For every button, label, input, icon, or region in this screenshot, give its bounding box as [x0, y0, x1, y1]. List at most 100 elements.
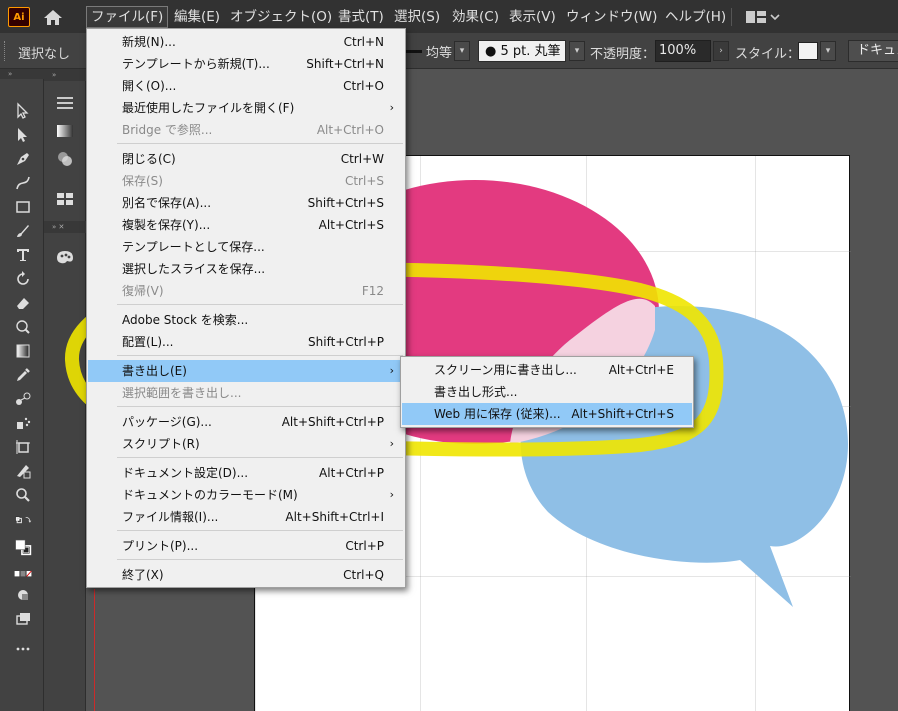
menu-item-browse-in-bridge: Bridge で参照... Alt+Ctrl+O — [88, 119, 404, 141]
gradient-panel-icon[interactable] — [54, 121, 76, 141]
menu-item-shortcut: Shift+Ctrl+S — [307, 196, 384, 210]
opacity-dropdown[interactable]: › — [713, 41, 729, 61]
curvature-tool-icon[interactable] — [12, 173, 34, 193]
menu-item-label: ドキュメントのカラーモード(M) — [122, 488, 298, 502]
screen-mode-icon[interactable] — [12, 609, 34, 629]
style-label: スタイル： — [735, 47, 801, 62]
shape-builder-tool-icon[interactable] — [12, 317, 34, 337]
menu-item-document-setup[interactable]: ドキュメント設定(D)... Alt+Ctrl+P — [88, 462, 404, 484]
menu-item-shortcut: Ctrl+O — [343, 79, 384, 93]
more-tools-icon[interactable] — [12, 639, 34, 659]
menu-item-close[interactable]: 閉じる(C) Ctrl+W — [88, 148, 404, 170]
menu-item-package[interactable]: パッケージ(G)... Alt+Shift+Ctrl+P — [88, 411, 404, 433]
zoom-tool-icon[interactable] — [12, 485, 34, 505]
rectangle-tool-icon[interactable] — [12, 197, 34, 217]
brush-dropdown[interactable]: ▾ — [569, 41, 585, 61]
home-icon[interactable] — [42, 7, 64, 27]
menu-item-shortcut: Ctrl+P — [345, 539, 384, 553]
menu-select[interactable]: 選択(S) — [390, 6, 444, 28]
submenu-item-label: 書き出し形式... — [434, 385, 518, 399]
style-dropdown[interactable]: ▾ — [820, 41, 836, 61]
panel-dock-collapse[interactable]: » — [44, 69, 86, 81]
menu-item-label: 新規(N)... — [122, 35, 176, 49]
menu-separator — [731, 8, 732, 26]
brush-definition[interactable]: ● 5 pt. 丸筆 — [478, 40, 566, 62]
selection-tool-icon[interactable] — [12, 101, 34, 121]
draw-mode-icon[interactable] — [12, 585, 34, 605]
artboard-edge-line — [94, 589, 95, 711]
menu-item-label: テンプレートとして保存... — [122, 240, 265, 254]
grid-line — [755, 156, 756, 711]
app-logo: Ai — [8, 7, 30, 27]
menu-item-shortcut: Ctrl+Q — [343, 568, 384, 582]
pen-tool-icon[interactable] — [12, 149, 34, 169]
menu-item-save-copy[interactable]: 複製を保存(Y)... Alt+Ctrl+S — [88, 214, 404, 236]
menu-item-file-info[interactable]: ファイル情報(I)... Alt+Shift+Ctrl+I — [88, 506, 404, 528]
submenu-arrow-icon: › — [389, 364, 394, 377]
swap-fill-stroke-icon[interactable] — [6, 510, 40, 530]
eraser-tool-icon[interactable] — [12, 293, 34, 313]
menu-help[interactable]: ヘルプ(H) — [661, 6, 730, 28]
menu-edit[interactable]: 編集(E) — [170, 6, 224, 28]
workspace-switcher-icon[interactable] — [746, 10, 780, 24]
menu-item-new-from-template[interactable]: テンプレートから新規(T)... Shift+Ctrl+N — [88, 53, 404, 75]
tools-panel-collapse[interactable]: » — [0, 69, 44, 79]
artboard-tool-icon[interactable] — [12, 437, 34, 457]
menu-item-label: ドキュメント設定(D)... — [122, 466, 249, 480]
menu-effect[interactable]: 効果(C) — [448, 6, 503, 28]
eyedropper-tool-icon[interactable] — [12, 365, 34, 385]
blend-tool-icon[interactable] — [12, 389, 34, 409]
swatches-panel-icon[interactable] — [54, 247, 76, 267]
menu-item-search-adobe-stock[interactable]: Adobe Stock を検索... — [88, 309, 404, 331]
menu-separator — [117, 406, 403, 407]
menu-item-label: 複製を保存(Y)... — [122, 218, 211, 232]
menu-file[interactable]: ファイル(F) — [86, 6, 169, 28]
menu-item-shortcut: Ctrl+N — [343, 35, 384, 49]
stroke-profile-dropdown[interactable]: ▾ — [454, 41, 470, 61]
menu-item-open[interactable]: 開く(O)... Ctrl+O — [88, 75, 404, 97]
submenu-item-export-for-screens[interactable]: スクリーン用に書き出し... Alt+Ctrl+E — [402, 359, 692, 381]
document-setup-button[interactable]: ドキュメ — [848, 40, 898, 62]
menu-item-save-selected-slices[interactable]: 選択したスライスを保存... — [88, 258, 404, 280]
rotate-tool-icon[interactable] — [12, 269, 34, 289]
stroke-profile[interactable]: 均等 — [404, 40, 452, 62]
menu-item-print[interactable]: プリント(P)... Ctrl+P — [88, 535, 404, 557]
submenu-item-export-as[interactable]: 書き出し形式... — [402, 381, 692, 403]
opacity-input[interactable]: 100% — [655, 40, 711, 62]
layers-panel-icon[interactable] — [54, 189, 76, 209]
menu-object[interactable]: オブジェクト(O) — [226, 6, 336, 28]
panel-dock-collapse-2[interactable]: » ✕ — [44, 221, 86, 233]
transparency-panel-icon[interactable] — [54, 149, 76, 169]
menu-type[interactable]: 書式(T) — [334, 6, 388, 28]
menu-item-document-color-mode[interactable]: ドキュメントのカラーモード(M) › — [88, 484, 404, 506]
style-swatch[interactable] — [798, 42, 818, 60]
menu-item-exit[interactable]: 終了(X) Ctrl+Q — [88, 564, 404, 586]
type-tool-icon[interactable] — [12, 245, 34, 265]
symbol-sprayer-tool-icon[interactable] — [12, 413, 34, 433]
selection-status: 選択なし — [18, 47, 71, 62]
menu-item-scripts[interactable]: スクリプト(R) › — [88, 433, 404, 455]
menu-item-save-as[interactable]: 別名で保存(A)... Shift+Ctrl+S — [88, 192, 404, 214]
menu-item-label: 別名で保存(A)... — [122, 196, 212, 210]
menu-item-open-recent[interactable]: 最近使用したファイルを開く(F) › — [88, 97, 404, 119]
color-mode-icons[interactable] — [8, 567, 38, 581]
menu-item-save-as-template[interactable]: テンプレートとして保存... — [88, 236, 404, 258]
gradient-tool-icon[interactable] — [12, 341, 34, 361]
direct-selection-tool-icon[interactable] — [12, 125, 34, 145]
menu-item-export[interactable]: 書き出し(E) › — [88, 360, 404, 382]
submenu-item-save-for-web-legacy[interactable]: Web 用に保存 (従来)... Alt+Shift+Ctrl+S — [402, 403, 692, 425]
control-bar-grip[interactable] — [4, 41, 7, 61]
menu-view[interactable]: 表示(V) — [505, 6, 560, 28]
menu-item-new[interactable]: 新規(N)... Ctrl+N — [88, 31, 404, 53]
menu-separator — [117, 530, 403, 531]
menu-window[interactable]: ウィンドウ(W) — [562, 6, 661, 28]
menu-item-place[interactable]: 配置(L)... Shift+Ctrl+P — [88, 331, 404, 353]
fill-stroke-swatch-icon[interactable] — [6, 531, 40, 565]
menu-item-shortcut: Alt+Shift+Ctrl+P — [281, 415, 384, 429]
slice-tool-icon[interactable] — [12, 461, 34, 481]
paintbrush-tool-icon[interactable] — [12, 221, 34, 241]
menu-item-shortcut: Alt+Shift+Ctrl+I — [285, 510, 384, 524]
submenu-item-label: スクリーン用に書き出し... — [434, 363, 577, 377]
file-menu-dropdown: 新規(N)... Ctrl+N テンプレートから新規(T)... Shift+Ctrl… — [86, 28, 406, 588]
properties-panel-icon[interactable] — [54, 93, 76, 113]
